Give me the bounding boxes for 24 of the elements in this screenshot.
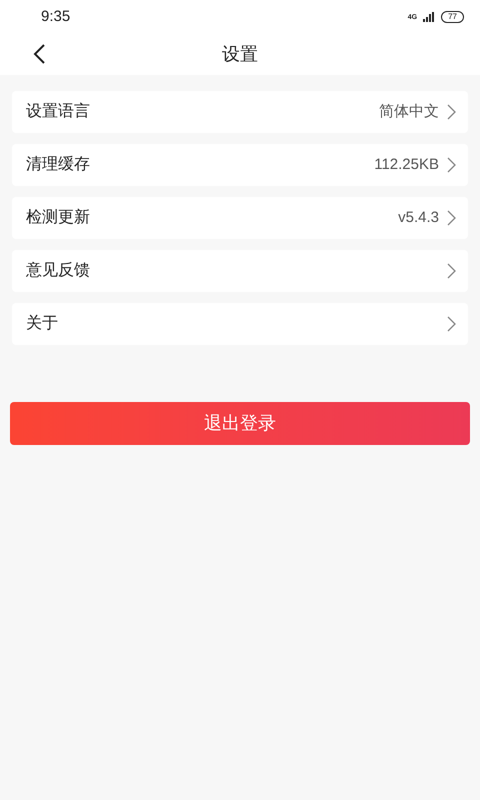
chevron-right-icon <box>447 263 456 279</box>
signal-icon <box>423 12 436 22</box>
settings-row[interactable]: 清理缓存 112.25KB <box>12 144 468 186</box>
logout-button[interactable]: 退出登录 <box>10 402 470 445</box>
setting-value: 112.25KB <box>374 154 439 175</box>
setting-label: 意见反馈 <box>26 260 90 281</box>
chevron-right-icon <box>447 210 456 226</box>
setting-value: 简体中文 <box>379 102 439 122</box>
battery-indicator: 77 <box>441 11 464 23</box>
page-title: 设置 <box>222 43 258 66</box>
settings-row[interactable]: 设置语言 简体中文 <box>12 91 468 133</box>
setting-label: 关于 <box>26 314 58 334</box>
chevron-right-icon <box>447 104 456 120</box>
setting-label: 清理缓存 <box>26 154 90 175</box>
chevron-right-icon <box>447 157 456 173</box>
settings-row[interactable]: 意见反馈 <box>12 250 468 292</box>
settings-row[interactable]: 检测更新 v5.4.3 <box>12 197 468 239</box>
setting-label: 检测更新 <box>26 208 90 228</box>
setting-value: v5.4.3 <box>398 208 439 228</box>
setting-label: 设置语言 <box>26 102 90 122</box>
settings-row[interactable]: 关于 <box>12 303 468 345</box>
chevron-right-icon <box>447 316 456 332</box>
back-icon <box>33 44 45 64</box>
status-time: 9:35 <box>41 6 70 27</box>
